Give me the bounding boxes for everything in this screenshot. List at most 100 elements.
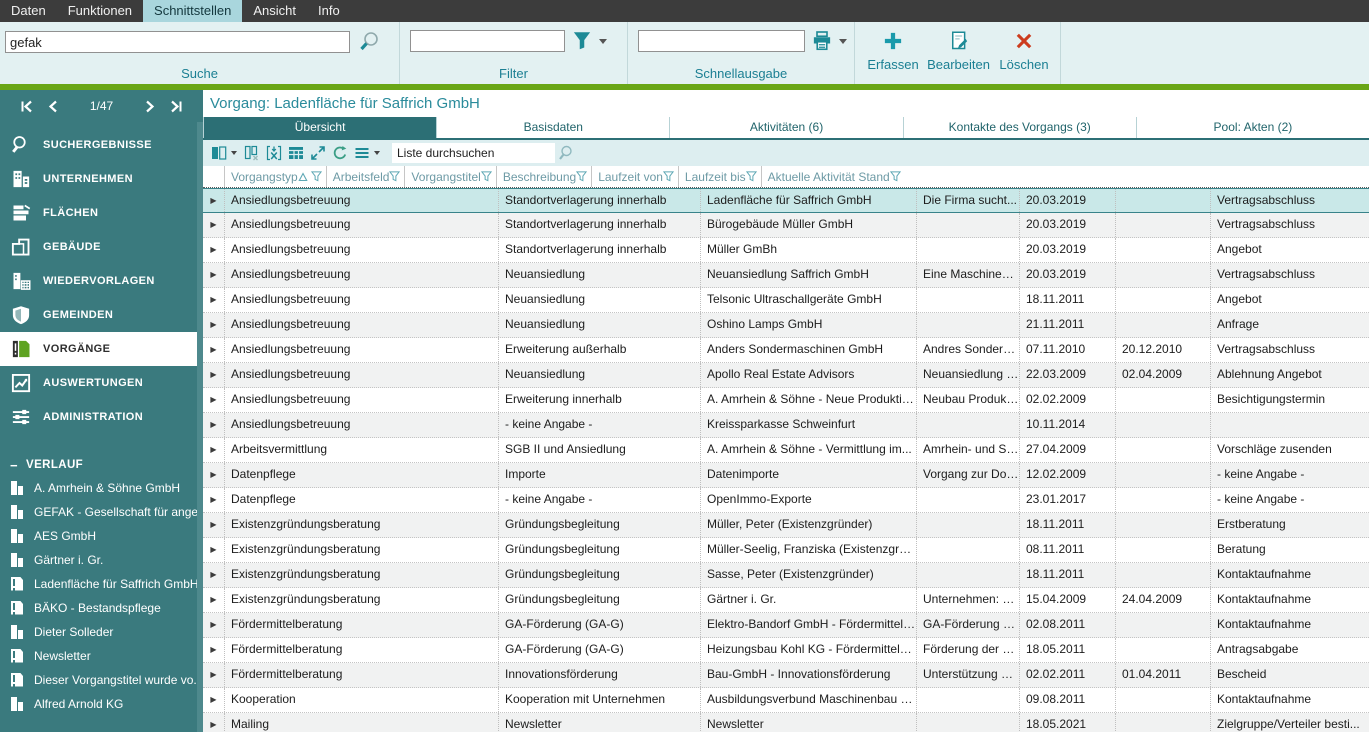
menu-item[interactable]: Daten <box>0 0 57 22</box>
search-input[interactable] <box>5 31 350 53</box>
column-remove-icon[interactable] <box>241 143 263 163</box>
first-page-icon[interactable] <box>14 100 40 113</box>
delete-button[interactable]: Löschen <box>996 27 1052 84</box>
filter-funnel-icon[interactable] <box>481 171 492 182</box>
row-expander-cell[interactable]: ▶ <box>203 488 225 512</box>
table-row[interactable]: ▶ Existenzgründungsberatung Gründungsbeg… <box>203 513 1369 538</box>
row-expander-cell[interactable]: ▶ <box>203 363 225 387</box>
row-expander-cell[interactable]: ▶ <box>203 438 225 462</box>
sidebar-item-unternehmen[interactable]: UNTERNEHMEN <box>0 162 203 196</box>
column-header[interactable]: Arbeitsfeld <box>327 166 406 187</box>
column-header[interactable]: Laufzeit von <box>592 166 679 187</box>
column-split-caret[interactable] <box>231 151 237 155</box>
sidebar-item-suchergebnisse[interactable]: SUCHERGEBNISSE <box>0 128 203 162</box>
table-view-icon[interactable] <box>285 143 307 163</box>
tab[interactable]: Kontakte des Vorgangs (3) <box>903 117 1136 138</box>
sidebar-item-administration[interactable]: ADMINISTRATION <box>0 400 203 434</box>
column-header[interactable]: Aktuelle Aktivität Stand <box>762 166 905 187</box>
row-expander-cell[interactable]: ▶ <box>203 613 225 637</box>
row-expander-cell[interactable]: ▶ <box>203 313 225 337</box>
column-header[interactable]: Laufzeit bis <box>679 166 762 187</box>
row-expander-cell[interactable]: ▶ <box>203 288 225 312</box>
row-expander-cell[interactable]: ▶ <box>203 713 225 732</box>
history-item[interactable]: Gärtner i. Gr. <box>0 548 203 572</box>
column-split-icon[interactable] <box>208 143 230 163</box>
last-page-icon[interactable] <box>163 100 189 113</box>
table-row[interactable]: ▶ Ansiedlungsbetreuung Neuansiedlung Osh… <box>203 313 1369 338</box>
expand-icon[interactable] <box>307 143 329 163</box>
row-expander-cell[interactable]: ▶ <box>203 563 225 587</box>
table-row[interactable]: ▶ Ansiedlungsbetreuung - keine Angabe - … <box>203 413 1369 438</box>
menu-item[interactable]: Funktionen <box>57 0 143 22</box>
quick-output-input[interactable] <box>638 30 805 52</box>
row-expander-cell[interactable]: ▶ <box>203 263 225 287</box>
tab[interactable]: Basisdaten <box>436 117 669 138</box>
list-search-input[interactable] <box>392 144 557 162</box>
history-section-header[interactable]: − VERLAUF <box>0 454 203 476</box>
column-header[interactable]: Beschreibung <box>497 166 592 187</box>
create-button[interactable]: Erfassen <box>865 27 921 84</box>
row-expander-cell[interactable]: ▶ <box>203 513 225 537</box>
filter-funnel-icon[interactable] <box>663 171 674 182</box>
history-item[interactable]: Alfred Arnold KG <box>0 692 203 716</box>
column-header[interactable]: Vorgangstitel <box>405 166 496 187</box>
filter-funnel-icon[interactable] <box>576 171 587 182</box>
sidebar-item-wiedervorlagen[interactable]: WIEDERVORLAGEN <box>0 264 203 298</box>
history-item[interactable]: Dieter Solleder <box>0 620 203 644</box>
table-row[interactable]: ▶ Ansiedlungsbetreuung Erweiterung inner… <box>203 388 1369 413</box>
sidebar-scrollbar[interactable] <box>197 122 203 732</box>
table-row[interactable]: ▶ Existenzgründungsberatung Gründungsbeg… <box>203 538 1369 563</box>
previous-page-icon[interactable] <box>40 100 66 113</box>
tab[interactable]: Aktivitäten (6) <box>669 117 902 138</box>
menu-icon[interactable] <box>351 143 373 163</box>
history-item[interactable]: GEFAK - Gesellschaft für ange... <box>0 500 203 524</box>
table-row[interactable]: ▶ Ansiedlungsbetreuung Neuansiedlung Tel… <box>203 288 1369 313</box>
filter-funnel-icon[interactable] <box>746 171 757 182</box>
history-item[interactable]: Dieser Vorgangstitel wurde vo... <box>0 668 203 692</box>
table-row[interactable]: ▶ Ansiedlungsbetreuung Neuansiedlung Neu… <box>203 263 1369 288</box>
edit-button[interactable]: Bearbeiten <box>927 27 990 84</box>
history-item[interactable]: AES GmbH <box>0 524 203 548</box>
table-row[interactable]: ▶ Ansiedlungsbetreuung Erweiterung außer… <box>203 338 1369 363</box>
row-expander-cell[interactable]: ▶ <box>203 213 225 237</box>
row-expander-cell[interactable]: ▶ <box>203 463 225 487</box>
menu-item[interactable]: Ansicht <box>242 0 307 22</box>
table-row[interactable]: ▶ Fördermittelberatung GA-Förderung (GA-… <box>203 613 1369 638</box>
history-item[interactable]: Ladenfläche für Saffrich GmbH <box>0 572 203 596</box>
sidebar-item-flaechen[interactable]: FLÄCHEN <box>0 196 203 230</box>
sidebar-item-vorgaenge[interactable]: VORGÄNGE <box>0 332 197 366</box>
filter-funnel-icon[interactable] <box>890 171 901 182</box>
table-row[interactable]: ▶ Ansiedlungsbetreuung Standortverlageru… <box>203 213 1369 238</box>
row-expander-cell[interactable]: ▶ <box>203 413 225 437</box>
table-row[interactable]: ▶ Datenpflege Importe Datenimporte Vorga… <box>203 463 1369 488</box>
column-header[interactable]: Vorgangstyp <box>225 166 327 187</box>
row-expander-cell[interactable]: ▶ <box>203 338 225 362</box>
sidebar-item-gemeinden[interactable]: GEMEINDEN <box>0 298 203 332</box>
filter-funnel-icon[interactable] <box>389 171 400 182</box>
next-page-icon[interactable] <box>137 100 163 113</box>
search-icon[interactable] <box>357 30 381 54</box>
menu-caret[interactable] <box>374 151 380 155</box>
row-expander-cell[interactable]: ▶ <box>203 588 225 612</box>
filter-input[interactable] <box>410 30 565 52</box>
table-row[interactable]: ▶ Fördermittelberatung GA-Förderung (GA-… <box>203 638 1369 663</box>
table-row[interactable]: ▶ Ansiedlungsbetreuung Neuansiedlung Apo… <box>203 363 1369 388</box>
funnel-icon[interactable] <box>572 31 592 51</box>
table-row[interactable]: ▶ Fördermittelberatung Innovationsförder… <box>203 663 1369 688</box>
excel-export-icon[interactable] <box>263 143 285 163</box>
row-expander-cell[interactable]: ▶ <box>203 388 225 412</box>
filter-dropdown-caret[interactable] <box>599 39 607 44</box>
row-expander-cell[interactable]: ▶ <box>203 663 225 687</box>
refresh-icon[interactable] <box>329 143 351 163</box>
row-expander-cell[interactable]: ▶ <box>203 638 225 662</box>
menu-item[interactable]: Info <box>307 0 351 22</box>
printer-icon[interactable] <box>812 31 832 51</box>
menu-item[interactable]: Schnittstellen <box>143 0 242 22</box>
history-item[interactable]: Newsletter <box>0 644 203 668</box>
table-row[interactable]: ▶ Existenzgründungsberatung Gründungsbeg… <box>203 588 1369 613</box>
table-row[interactable]: ▶ Arbeitsvermittlung SGB II und Ansiedlu… <box>203 438 1369 463</box>
row-expander-cell[interactable]: ▶ <box>203 538 225 562</box>
quick-output-dropdown-caret[interactable] <box>839 39 847 44</box>
sidebar-item-gebaeude[interactable]: GEBÄUDE <box>0 230 203 264</box>
table-row[interactable]: ▶ Ansiedlungsbetreuung Standortverlageru… <box>203 238 1369 263</box>
